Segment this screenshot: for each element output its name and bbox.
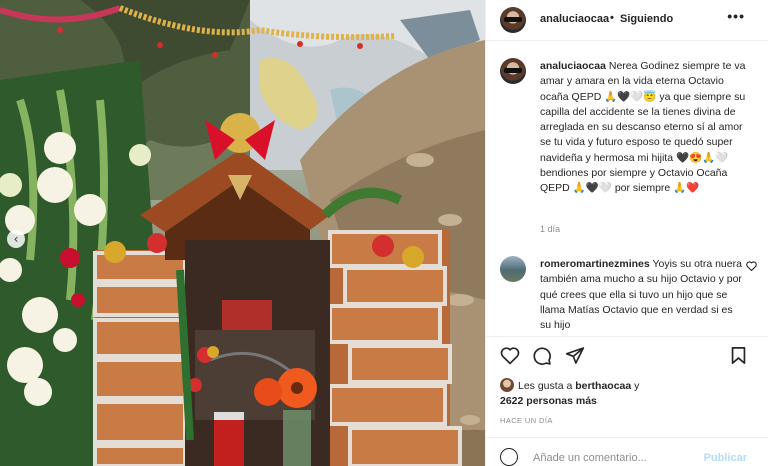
comment-text: Nerea Godinez siempre te va amar y amara…	[540, 60, 746, 195]
post-timestamp: HACE UN DÍA	[500, 416, 553, 425]
share-icon[interactable]	[565, 346, 585, 365]
comment-avatar[interactable]	[500, 256, 526, 282]
like-comment-icon[interactable]	[746, 261, 757, 271]
comment-composer: Añade un comentario... Publicar	[486, 437, 768, 466]
comment-icon[interactable]	[532, 346, 552, 366]
post-side-panel: analuciaocaa • Siguiendo ••• analuciaoca…	[485, 0, 768, 466]
action-bar	[486, 336, 768, 376]
likes-connector: y	[634, 380, 640, 392]
comment-body: romeromartinezmines Yoyis su otra nuera …	[540, 257, 746, 333]
more-icon[interactable]: •••	[727, 8, 745, 24]
comment-body: analuciaocaa Nerea Godinez siempre te va…	[540, 59, 746, 197]
follow-status-button[interactable]: Siguiendo	[620, 13, 673, 25]
post-header: analuciaocaa • Siguiendo •••	[486, 0, 768, 41]
emoji-icon[interactable]	[500, 448, 518, 466]
author-username[interactable]: analuciaocaa	[540, 13, 609, 25]
likes-count[interactable]: 2622 personas más	[500, 395, 597, 407]
comment-author[interactable]: analuciaocaa	[540, 60, 606, 72]
liker-username[interactable]: berthaocaa	[575, 380, 631, 392]
carousel-prev-button[interactable]: ‹	[7, 230, 25, 248]
comment-time: 1 día	[540, 224, 561, 234]
author-avatar[interactable]	[500, 7, 526, 33]
likes-prefix: Les gusta a	[518, 380, 573, 392]
bookmark-icon[interactable]	[730, 346, 747, 365]
publish-button[interactable]: Publicar	[704, 452, 747, 464]
comment-author[interactable]: romeromartinezmines	[540, 258, 650, 270]
liker-avatar	[500, 378, 514, 392]
separator-dot: •	[610, 12, 614, 24]
comment-input[interactable]: Añade un comentario...	[533, 452, 647, 464]
likes-summary[interactable]: Les gusta a berthaocaa y 2622 personas m…	[500, 378, 750, 409]
nativity-shrine-image	[0, 0, 485, 466]
comment-avatar[interactable]	[500, 58, 526, 84]
comments-list[interactable]: analuciaocaa Nerea Godinez siempre te va…	[486, 41, 768, 336]
post-photo: ‹	[0, 0, 485, 466]
heart-icon[interactable]	[500, 346, 520, 365]
